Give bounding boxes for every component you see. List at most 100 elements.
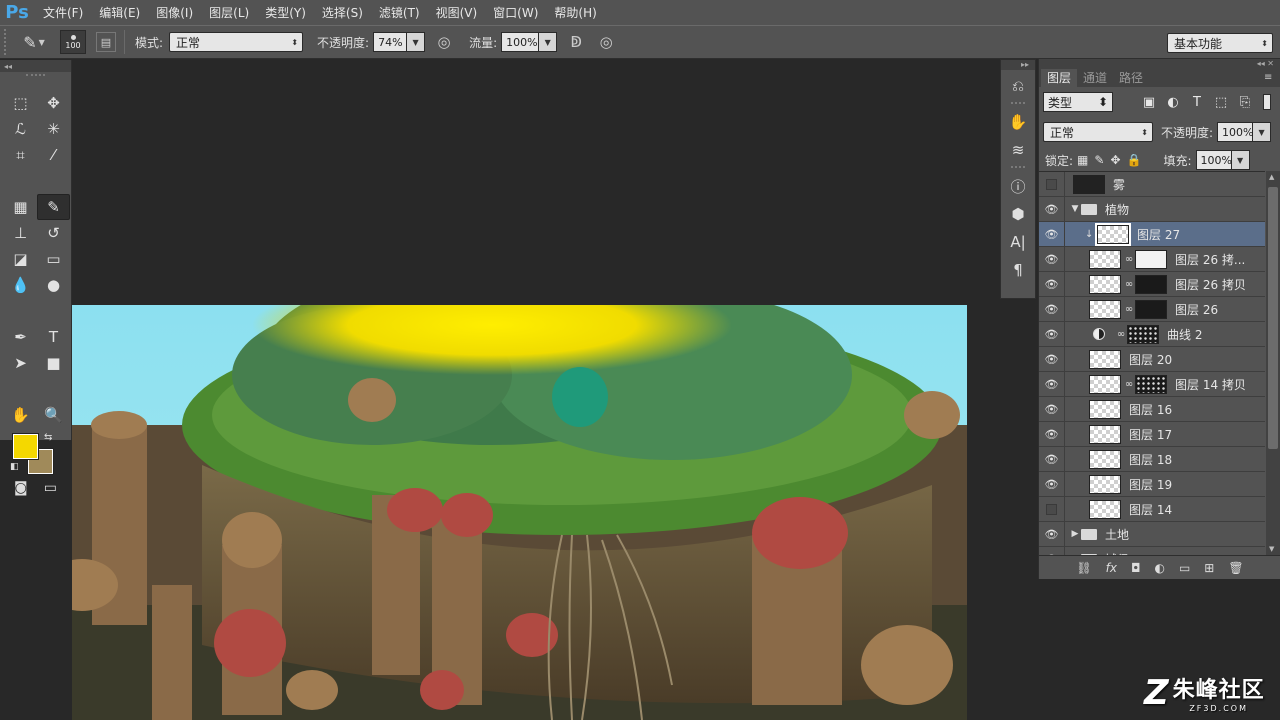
brush-presets-icon[interactable]: ≋ — [1005, 138, 1031, 162]
chain-link-icon[interactable]: ∞ — [1123, 379, 1135, 390]
layer-group-row[interactable]: 👁 ▼ 植物 — [1039, 196, 1265, 222]
blur-tool-icon[interactable]: 💧 — [4, 272, 37, 298]
expand-arrow-icon[interactable]: ▼ — [1069, 204, 1081, 214]
filter-smart-icon[interactable]: ⎘ — [1235, 95, 1255, 110]
strip-grip[interactable] — [1011, 102, 1025, 106]
fill-toggle[interactable]: ▼ — [1231, 150, 1250, 170]
visibility-toggle[interactable] — [1039, 496, 1065, 522]
tab-layers[interactable]: 图层 — [1041, 69, 1078, 87]
layer-row[interactable]: 👁 图层 17 — [1039, 421, 1265, 447]
visibility-toggle[interactable]: 👁 — [1039, 271, 1065, 297]
brush-preset-icon[interactable]: ✎ ▼ — [20, 30, 48, 54]
visibility-toggle[interactable]: 👁 — [1039, 196, 1065, 222]
paragraph-panel-icon[interactable]: ¶ — [1005, 258, 1031, 282]
history-brush-tool-icon[interactable]: ↺ — [37, 220, 70, 246]
layer-row[interactable]: 👁 ∞ 图层 26 拷... — [1039, 246, 1265, 272]
visibility-toggle[interactable]: 👁 — [1039, 421, 1065, 447]
document-canvas[interactable] — [72, 305, 967, 720]
menu-select[interactable]: 选择(S) — [315, 4, 370, 21]
tab-channels[interactable]: 通道 — [1077, 69, 1113, 87]
flow-slider-toggle[interactable]: ▼ — [539, 32, 558, 52]
expand-arrow-icon[interactable]: ▶ — [1069, 529, 1081, 539]
workspace-dropdown[interactable]: 基本功能 ⬍ — [1167, 33, 1273, 53]
filter-toggle[interactable] — [1263, 94, 1271, 110]
link-layers-icon[interactable]: ⛓ — [1076, 561, 1091, 575]
visibility-toggle[interactable]: 👁 — [1039, 371, 1065, 397]
filter-adjustment-icon[interactable]: ◐ — [1163, 95, 1183, 110]
menu-filter[interactable]: 滤镜(T) — [372, 4, 427, 21]
layer-mask-thumbnail[interactable] — [1135, 274, 1167, 294]
expand-arrows-icon[interactable]: ▸▸ — [1001, 60, 1035, 70]
lock-all-icon[interactable]: 🔒 — [1127, 153, 1142, 167]
layer-mask-thumbnail[interactable] — [1127, 324, 1159, 344]
new-layer-icon[interactable]: ⊞ — [1204, 561, 1214, 575]
character-panel-icon[interactable]: A| — [1005, 230, 1031, 254]
layer-row[interactable]: 👁 ∞ 图层 26 拷贝 — [1039, 271, 1265, 297]
3d-panel-icon[interactable]: ⬢ — [1005, 202, 1031, 226]
eraser-tool-icon[interactable]: ◪ — [4, 246, 37, 272]
hand-tool-icon[interactable]: ✋ — [4, 402, 37, 428]
add-mask-icon[interactable]: ◘ — [1131, 561, 1141, 575]
menu-type[interactable]: 类型(Y) — [258, 4, 313, 21]
eyedropper-tool-icon[interactable]: ⁄ — [37, 142, 70, 168]
type-tool-icon[interactable]: T — [37, 324, 70, 350]
swap-colors-icon[interactable]: ⇆ — [44, 432, 52, 443]
menu-file[interactable]: 文件(F) — [36, 4, 90, 21]
history-panel-icon[interactable]: ⎌ — [1005, 74, 1031, 98]
visibility-toggle[interactable]: 👁 — [1039, 246, 1065, 272]
visibility-toggle[interactable]: 👁 — [1039, 396, 1065, 422]
brush-panel-toggle-icon[interactable]: ▤ — [96, 32, 116, 52]
quick-mask-icon[interactable]: ◙ — [14, 480, 28, 496]
pen-tool-icon[interactable]: ✒ — [4, 324, 37, 350]
lock-image-icon[interactable]: ✎ — [1094, 153, 1104, 167]
screen-mode-icon[interactable]: ▭ — [44, 480, 57, 496]
strip-grip[interactable] — [1011, 166, 1025, 170]
layers-scrollbar[interactable]: ▲ ▼ — [1266, 171, 1280, 555]
options-grip[interactable] — [4, 29, 10, 55]
menu-window[interactable]: 窗口(W) — [486, 4, 545, 21]
zoom-tool-icon[interactable]: 🔍 — [37, 402, 70, 428]
magic-wand-tool-icon[interactable]: ✳ — [37, 116, 70, 142]
visibility-toggle[interactable]: 👁 — [1039, 521, 1065, 547]
flow-input[interactable]: 100% — [501, 32, 540, 52]
visibility-toggle[interactable]: 👁 — [1039, 346, 1065, 372]
pressure-size-icon[interactable]: ◎ — [595, 31, 617, 53]
chain-link-icon[interactable]: ∞ — [1123, 304, 1135, 315]
layer-row[interactable]: 👁 图层 16 — [1039, 396, 1265, 422]
visibility-toggle[interactable]: 👁 — [1039, 296, 1065, 322]
visibility-toggle[interactable]: 👁 — [1039, 321, 1065, 347]
layer-row[interactable]: 👁 图层 18 — [1039, 446, 1265, 472]
layer-mask-thumbnail[interactable] — [1135, 249, 1167, 269]
chain-link-icon[interactable]: ∞ — [1123, 279, 1135, 290]
layer-row[interactable]: 👁 ∞ 曲线 2 — [1039, 321, 1265, 347]
layer-filter-dropdown[interactable]: 类型 ⬍ — [1043, 92, 1113, 112]
trash-icon[interactable]: 🗑 — [1228, 561, 1243, 575]
blend-mode-dropdown[interactable]: 正常 ⬍ — [1043, 122, 1153, 142]
menu-edit[interactable]: 编辑(E) — [92, 4, 147, 21]
move-tool-icon[interactable]: ✥ — [37, 90, 70, 116]
menu-image[interactable]: 图像(I) — [149, 4, 200, 21]
info-panel-icon[interactable]: ⓘ — [1005, 174, 1031, 198]
layer-row[interactable]: 👁 ↓ 图层 27 — [1039, 221, 1265, 247]
lock-transparent-icon[interactable]: ▦ — [1077, 153, 1088, 167]
gradient-tool-icon[interactable]: ▭ — [37, 246, 70, 272]
filter-type-icon[interactable]: T — [1187, 95, 1207, 110]
layer-row[interactable]: 雾 — [1039, 172, 1265, 197]
chain-link-icon[interactable]: ∞ — [1115, 329, 1127, 340]
pressure-opacity-icon[interactable]: ◎ — [433, 31, 455, 53]
dodge-tool-icon[interactable]: ● — [37, 272, 70, 298]
visibility-toggle[interactable]: 👁 — [1039, 221, 1065, 247]
visibility-toggle[interactable]: 👁 — [1039, 471, 1065, 497]
visibility-toggle[interactable]: 👁 — [1039, 546, 1065, 555]
new-group-icon[interactable]: ▭ — [1179, 561, 1190, 575]
panel-menu-icon[interactable]: ≡ — [1264, 69, 1274, 87]
lock-position-icon[interactable]: ✥ — [1110, 153, 1120, 167]
tools-grip[interactable] — [26, 74, 45, 84]
brush-panel-icon[interactable]: ✋ — [1005, 110, 1031, 134]
menu-layer[interactable]: 图层(L) — [202, 4, 256, 21]
tab-paths[interactable]: 路径 — [1113, 69, 1149, 87]
layer-mask-thumbnail[interactable] — [1135, 374, 1167, 394]
filter-pixel-icon[interactable]: ▣ — [1139, 95, 1159, 110]
collapse-arrows-icon[interactable]: ◂◂ — [0, 60, 71, 72]
marquee-tool-icon[interactable]: ⬚ — [4, 90, 37, 116]
